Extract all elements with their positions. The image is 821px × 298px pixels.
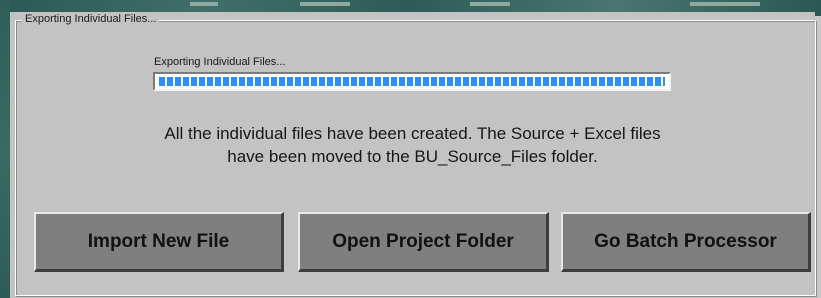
background-detail <box>190 2 218 6</box>
status-message-line-1: All the individual files have been creat… <box>164 124 661 143</box>
export-progress-bar <box>153 72 671 91</box>
status-message-line-2: have been moved to the BU_Source_Files f… <box>227 147 598 166</box>
status-message: All the individual files have been creat… <box>60 122 765 168</box>
background-detail <box>300 2 350 6</box>
background-window-edge <box>0 0 10 298</box>
open-project-folder-button[interactable]: Open Project Folder <box>298 212 549 272</box>
groupbox-title: Exporting Individual Files... <box>22 12 160 26</box>
go-batch-processor-button[interactable]: Go Batch Processor <box>561 212 811 272</box>
progress-fill <box>159 77 665 86</box>
import-new-file-button[interactable]: Import New File <box>34 212 284 272</box>
background-detail <box>690 2 760 6</box>
progress-label: Exporting Individual Files... <box>154 56 286 68</box>
background-detail <box>470 2 510 6</box>
